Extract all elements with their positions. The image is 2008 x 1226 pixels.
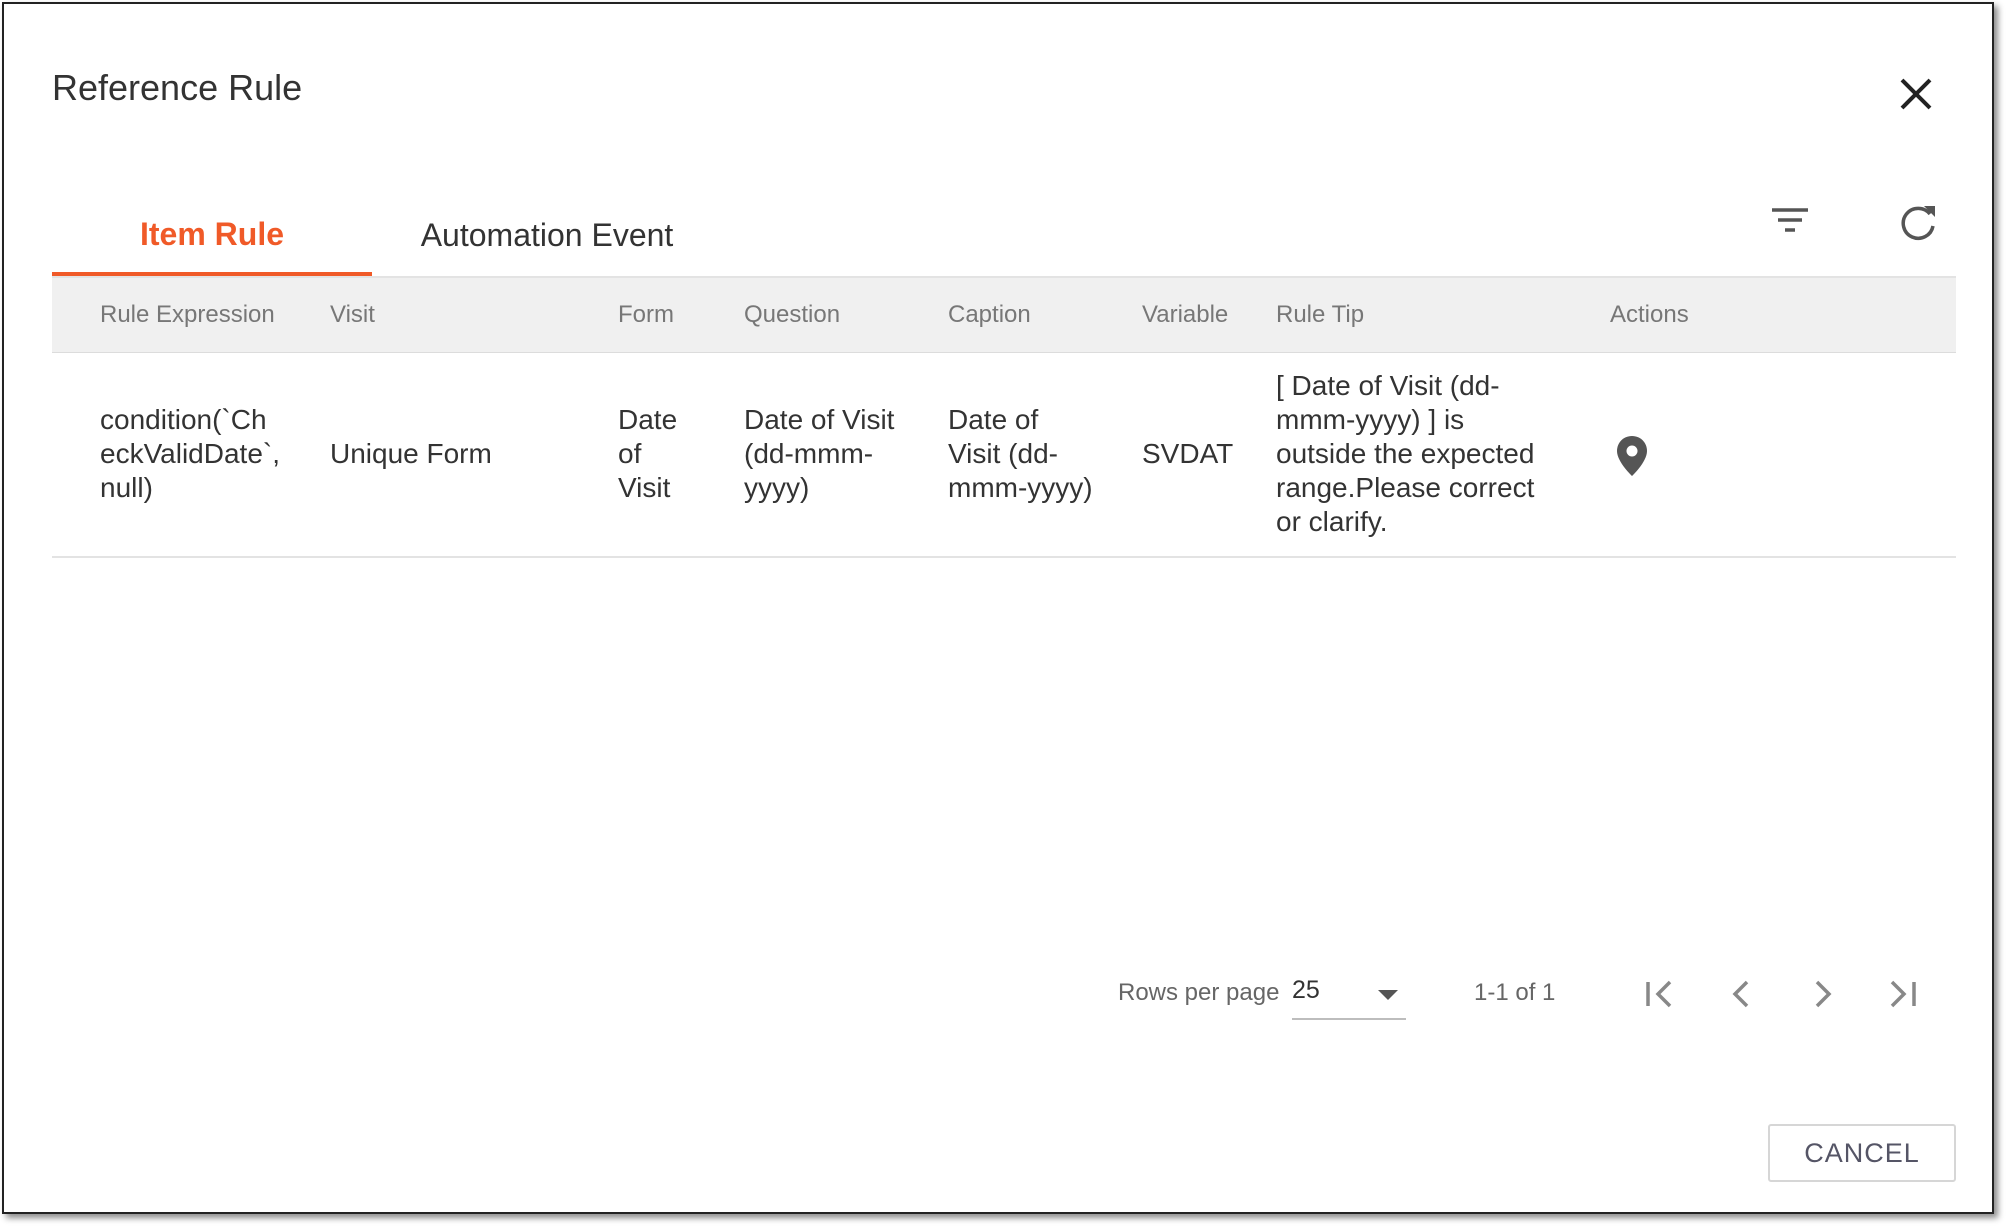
column-header-rule-expression[interactable]: Rule Expression: [100, 278, 275, 352]
column-header-question[interactable]: Question: [744, 278, 840, 352]
dialog-title: Reference Rule: [52, 67, 303, 108]
cell-caption: Date of Visit (dd- mmm-yyyy): [948, 352, 1093, 556]
cancel-button[interactable]: CANCEL: [1768, 1124, 1956, 1182]
column-header-form[interactable]: Form: [618, 278, 674, 352]
cell-caption-text: Date of Visit (dd- mmm-yyyy): [948, 404, 1093, 503]
first-page-icon[interactable]: [1638, 970, 1686, 1018]
previous-page-icon[interactable]: [1718, 970, 1766, 1018]
rows-per-page-value: 25: [1292, 976, 1320, 1004]
refresh-icon[interactable]: [1890, 196, 1946, 252]
cell-form-text: Date of Visit: [618, 404, 678, 503]
table-header: Rule Expression Visit Form Question Capt…: [52, 278, 1956, 353]
cell-visit-text: Unique Form: [330, 438, 492, 469]
column-header-caption[interactable]: Caption: [948, 278, 1031, 352]
next-page-icon[interactable]: [1798, 970, 1846, 1018]
cell-question: Date of Visit (dd-mmm- yyyy): [744, 352, 894, 556]
chevron-down-icon: [1378, 990, 1398, 1000]
reference-rule-dialog: Reference Rule Item Rule Automation Even…: [2, 2, 1994, 1214]
column-header-actions: Actions: [1610, 301, 1689, 328]
location-pin-icon[interactable]: [1612, 434, 1652, 478]
table-row[interactable]: condition(`Ch eckValidDate`, null) Uniqu…: [52, 352, 1956, 558]
rows-per-page-select[interactable]: 25: [1292, 968, 1406, 1020]
pagination-range: 1-1 of 1: [1474, 979, 1556, 1006]
cell-variable: SVDAT: [1142, 352, 1233, 556]
cell-variable-text: SVDAT: [1142, 438, 1234, 469]
tab-automation-event[interactable]: Automation Event: [372, 196, 722, 274]
cell-visit: Unique Form: [330, 352, 492, 556]
cell-rule-expression: condition(`Ch eckValidDate`, null): [100, 352, 280, 556]
cell-question-text: Date of Visit (dd-mmm- yyyy): [744, 404, 895, 503]
rows-per-page-label: Rows per page: [1118, 979, 1280, 1006]
filter-icon[interactable]: [1762, 196, 1818, 252]
last-page-icon[interactable]: [1878, 970, 1926, 1018]
cell-form: Date of Visit: [618, 352, 677, 556]
column-header-visit[interactable]: Visit: [330, 278, 375, 352]
cell-rule-tip-text: [ Date of Visit (dd- mmm-yyyy) ] is outs…: [1276, 370, 1535, 537]
tab-item-rule[interactable]: Item Rule: [52, 196, 372, 276]
column-header-rule-tip[interactable]: Rule Tip: [1276, 278, 1364, 352]
tab-bar: Item Rule Automation Event: [52, 196, 1956, 278]
cell-rule-tip: [ Date of Visit (dd- mmm-yyyy) ] is outs…: [1276, 352, 1534, 556]
close-icon[interactable]: [1890, 68, 1942, 120]
cell-rule-expression-text: condition(`Ch eckValidDate`, null): [100, 404, 281, 503]
column-header-variable[interactable]: Variable: [1142, 278, 1228, 352]
